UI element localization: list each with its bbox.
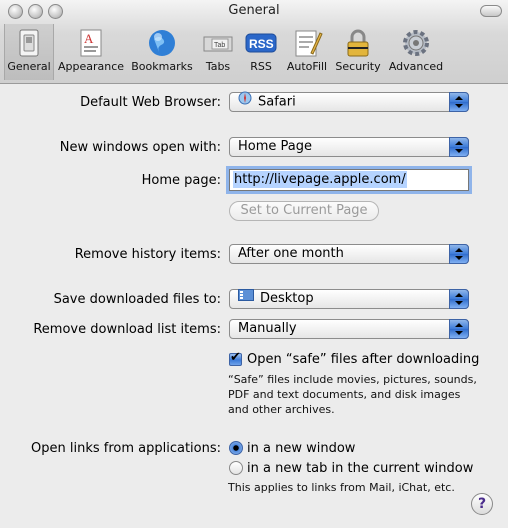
open-safe-note-3: and other archives.	[228, 403, 335, 416]
open-links-new-tab-radio[interactable]	[229, 461, 243, 475]
chevron-updown-icon	[449, 244, 469, 264]
help-button[interactable]: ?	[471, 493, 493, 515]
new-windows-label: New windows open with:	[59, 140, 221, 155]
tab-appearance[interactable]: A Appearance	[55, 24, 127, 80]
home-page-label: Home page:	[141, 173, 221, 188]
chevron-updown-icon	[449, 319, 469, 339]
toolbar-toggle-icon[interactable]	[480, 5, 502, 17]
remove-download-list-popup[interactable]: Manually	[229, 319, 469, 339]
rss-icon: RSS	[245, 27, 277, 59]
tabs-icon: Tab	[202, 27, 234, 59]
chevron-updown-icon	[449, 137, 469, 157]
tab-advanced[interactable]: Advanced	[386, 24, 446, 80]
remove-history-popup[interactable]: After one month	[229, 244, 469, 264]
default-browser-label: Default Web Browser:	[80, 95, 221, 110]
safari-icon	[238, 91, 252, 111]
tab-autofill[interactable]: AutoFill	[285, 24, 329, 80]
tab-bookmarks[interactable]: Bookmarks	[130, 24, 194, 80]
general-switch-icon	[13, 27, 45, 59]
tab-rss[interactable]: RSS RSS	[240, 24, 282, 80]
toolbar: General A Appearance Bookmarks Tab Tabs …	[0, 22, 508, 82]
home-page-field[interactable]: http://livepage.apple.com/	[229, 169, 469, 191]
security-lock-icon	[342, 27, 374, 59]
remove-history-label: Remove history items:	[74, 247, 221, 262]
tab-general[interactable]: General	[4, 24, 54, 80]
set-to-current-page-button[interactable]: Set to Current Page	[229, 201, 379, 221]
default-browser-value: Safari	[258, 94, 296, 110]
open-links-option-new-tab[interactable]: in a new tab in the current window	[247, 461, 473, 476]
new-windows-value: Home Page	[238, 139, 312, 154]
open-links-option-new-window[interactable]: in a new window	[247, 441, 355, 456]
open-safe-note-2: PDF and text documents, and disk images	[228, 388, 461, 401]
new-windows-popup[interactable]: Home Page	[229, 137, 469, 157]
bookmarks-globe-icon	[146, 27, 178, 59]
open-links-note: This applies to links from Mail, iChat, …	[228, 481, 455, 494]
chevron-updown-icon	[449, 289, 469, 309]
advanced-gear-icon	[400, 27, 432, 59]
window-title: General	[228, 3, 280, 18]
tab-tabs[interactable]: Tab Tabs	[198, 24, 238, 80]
remove-download-list-label: Remove download list items:	[33, 322, 221, 337]
preferences-window: General General A Appearance Bookmarks T…	[0, 0, 508, 528]
svg-text:RSS: RSS	[249, 37, 274, 51]
save-downloads-popup[interactable]: Desktop	[229, 288, 469, 309]
remove-history-value: After one month	[238, 246, 344, 261]
open-links-new-window-radio[interactable]	[229, 441, 243, 455]
title-toolbar: General General A Appearance Bookmarks T…	[0, 0, 508, 84]
save-downloads-label: Save downloaded files to:	[53, 292, 221, 307]
autofill-icon	[291, 27, 323, 59]
remove-download-list-value: Manually	[238, 321, 297, 336]
svg-text:Tab: Tab	[214, 42, 225, 49]
open-safe-label[interactable]: Open “safe” files after downloading	[247, 352, 479, 367]
desktop-folder-icon	[238, 288, 254, 307]
chevron-updown-icon	[449, 92, 469, 112]
save-downloads-value: Desktop	[260, 291, 314, 306]
tab-security[interactable]: Security	[333, 24, 383, 80]
svg-text:A: A	[84, 31, 94, 46]
default-browser-popup[interactable]: Safari	[229, 91, 469, 112]
open-links-label: Open links from applications:	[31, 441, 221, 456]
appearance-icon: A	[75, 27, 107, 59]
home-page-value: http://livepage.apple.com/	[233, 171, 407, 188]
open-safe-note-1: “Safe” files include movies, pictures, s…	[228, 373, 477, 386]
open-safe-checkbox[interactable]	[229, 350, 242, 366]
